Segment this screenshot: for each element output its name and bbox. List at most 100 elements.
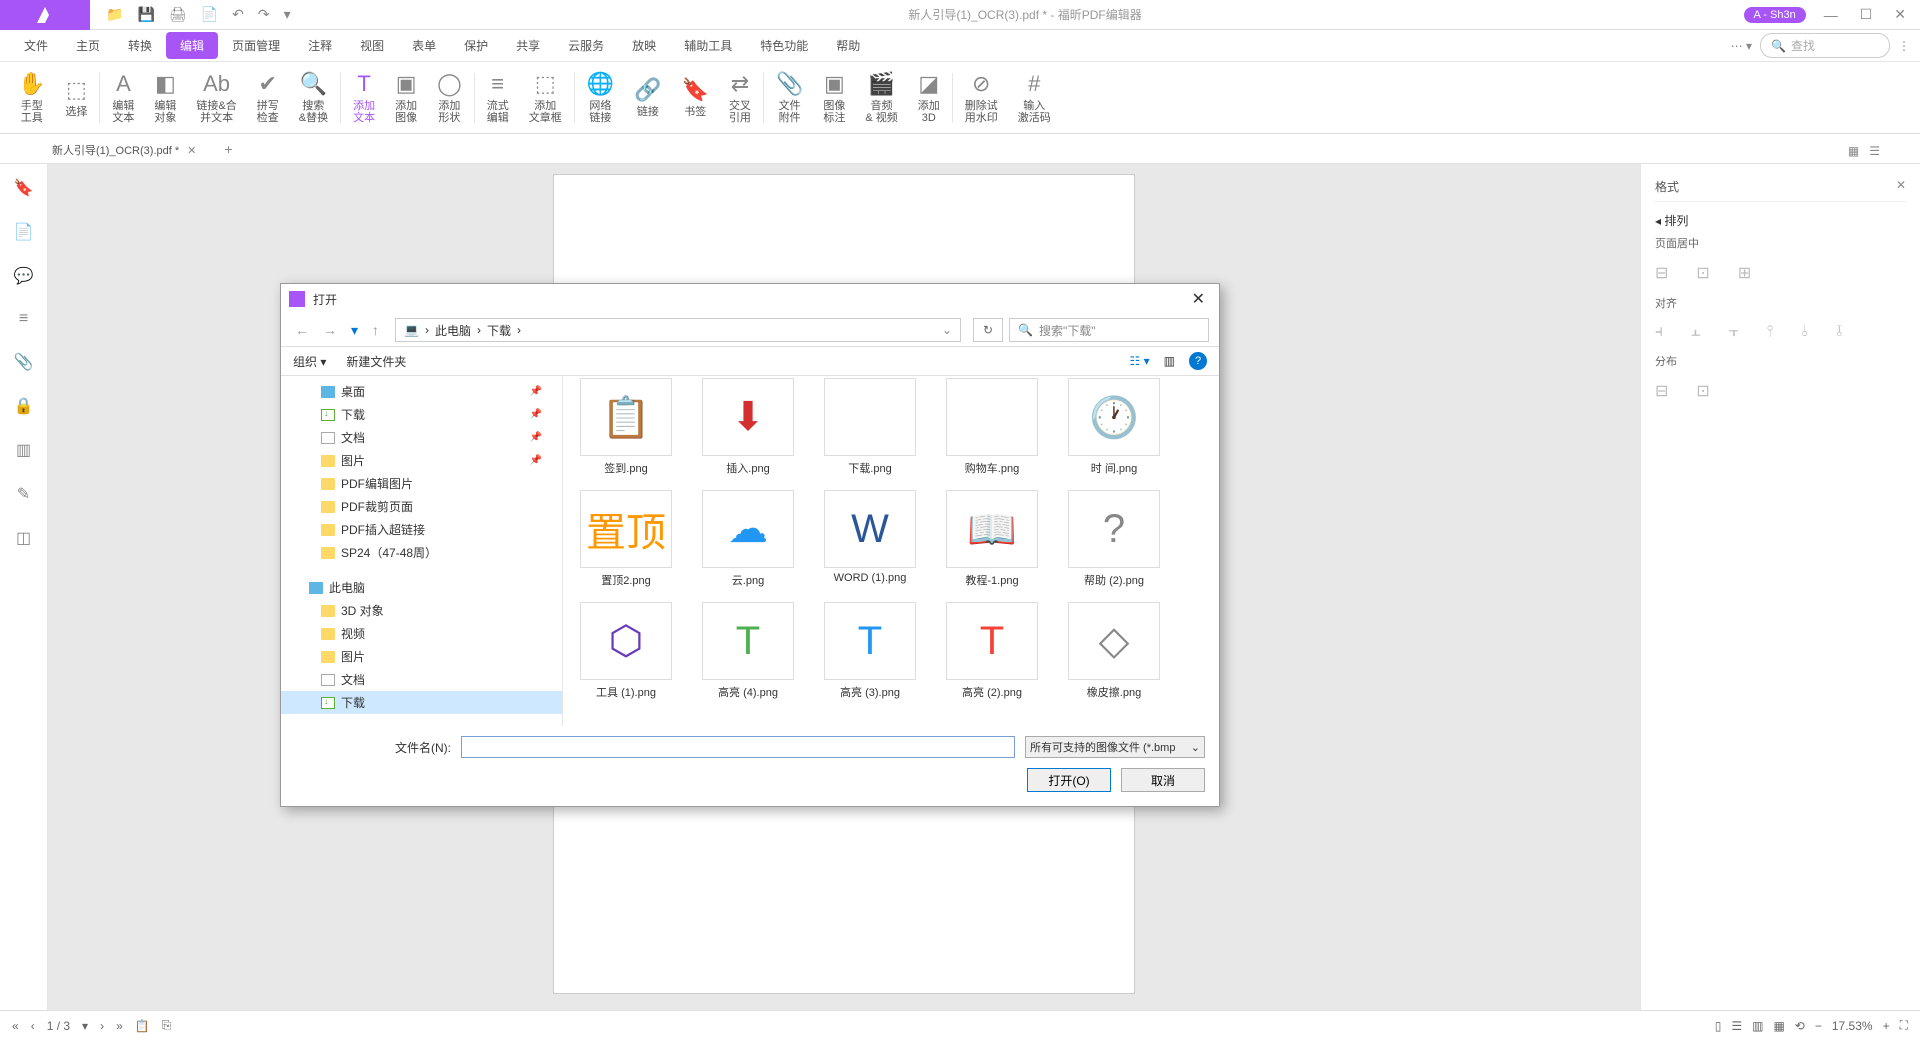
file-item-2[interactable]: 下载.png xyxy=(821,376,919,478)
file-item-12[interactable]: T高亮 (3).png xyxy=(821,600,919,702)
file-thumbnail: 🕐 xyxy=(1068,378,1160,456)
breadcrumb-item[interactable]: 下载 xyxy=(487,322,511,339)
file-name: 橡皮擦.png xyxy=(1067,684,1161,700)
cancel-button[interactable]: 取消 xyxy=(1121,768,1205,792)
file-name: 云.png xyxy=(701,572,795,588)
file-thumbnail: ☁ xyxy=(702,490,794,568)
file-thumbnail: ⬇ xyxy=(702,378,794,456)
file-item-3[interactable]: 购物车.png xyxy=(943,376,1041,478)
file-item-8[interactable]: 📖 教程-1.png xyxy=(943,488,1041,590)
file-item-1[interactable]: ⬇插入.png xyxy=(699,376,797,478)
view-mode-icon[interactable]: ☷ ▾ xyxy=(1130,354,1150,368)
file-thumbnail: T xyxy=(946,602,1038,680)
tree-label: PDF编辑图片 xyxy=(341,475,413,492)
tree-label: 图片 xyxy=(341,452,365,469)
tree-label: 文档 xyxy=(341,429,365,446)
file-thumbnail xyxy=(824,378,916,456)
file-item-4[interactable]: 🕐时 间.png xyxy=(1065,376,1163,478)
dialog-title: 打开 xyxy=(313,291,337,308)
pin-icon: 📌 xyxy=(530,409,542,420)
dialog-app-icon xyxy=(289,291,305,307)
pin-icon: 📌 xyxy=(530,386,542,397)
desktop-icon xyxy=(321,386,335,398)
file-name: 购物车.png xyxy=(945,460,1039,476)
file-item-10[interactable]: ⬡ 工具 (1).png xyxy=(577,600,675,702)
tree-label: 下载 xyxy=(341,406,365,423)
dialog-close-icon[interactable]: ✕ xyxy=(1186,287,1211,311)
file-name: 高亮 (2).png xyxy=(945,684,1039,700)
tree-label: 图片 xyxy=(341,648,365,665)
tree-item-13[interactable]: 下载 xyxy=(281,691,562,714)
breadcrumb[interactable]: 💻 › 此电脑 › 下载 › ⌄ xyxy=(395,318,961,342)
file-thumbnail: 📖 xyxy=(946,490,1038,568)
new-folder-button[interactable]: 新建文件夹 xyxy=(346,353,406,370)
refresh-button[interactable]: ↻ xyxy=(973,318,1003,342)
tree-item-9[interactable]: 3D 对象 xyxy=(281,599,562,622)
file-item-9[interactable]: ?帮助 (2).png xyxy=(1065,488,1163,590)
nav-up-icon[interactable]: ↑ xyxy=(368,320,383,340)
preview-pane-icon[interactable]: ▥ xyxy=(1164,354,1175,368)
tree-item-8[interactable]: 此电脑 xyxy=(281,576,562,599)
tree-item-6[interactable]: PDF插入超链接 xyxy=(281,518,562,541)
file-thumbnail: T xyxy=(824,602,916,680)
doc-icon xyxy=(321,674,335,686)
dialog-nav: ← → ▾ ↑ 💻 › 此电脑 › 下载 › ⌄ ↻ 🔍 搜索"下载" xyxy=(281,314,1219,346)
dialog-search[interactable]: 🔍 搜索"下载" xyxy=(1009,318,1209,342)
filename-label: 文件名(N): xyxy=(395,739,451,756)
tree-label: SP24（47-48周） xyxy=(341,544,437,561)
tree-item-4[interactable]: PDF编辑图片 xyxy=(281,472,562,495)
download-icon xyxy=(321,409,335,421)
file-name: 高亮 (4).png xyxy=(701,684,795,700)
tree-item-1[interactable]: 下载 📌 xyxy=(281,403,562,426)
file-thumbnail: T xyxy=(702,602,794,680)
filetype-select[interactable]: 所有可支持的图像文件 (*.bmp⌄ xyxy=(1025,736,1205,758)
file-name: 工具 (1).png xyxy=(579,684,673,700)
tree-label: 桌面 xyxy=(341,383,365,400)
file-item-0[interactable]: 📋签到.png xyxy=(577,376,675,478)
file-item-14[interactable]: ◇橡皮擦.png xyxy=(1065,600,1163,702)
open-button[interactable]: 打开(O) xyxy=(1027,768,1111,792)
file-name: WORD (1).png xyxy=(823,572,917,584)
tree-item-3[interactable]: 图片📌 xyxy=(281,449,562,472)
tree-item-0[interactable]: 桌面 📌 xyxy=(281,380,562,403)
file-thumbnail: W xyxy=(824,490,916,568)
file-name: 置顶2.png xyxy=(579,572,673,588)
file-thumbnail: ? xyxy=(1068,490,1160,568)
folder-icon xyxy=(321,547,335,559)
pc-icon: 💻 xyxy=(404,323,419,337)
organize-menu[interactable]: 组织 ▾ xyxy=(293,353,326,370)
file-item-6[interactable]: ☁ 云.png xyxy=(699,488,797,590)
tree-item-5[interactable]: PDF裁剪页面 xyxy=(281,495,562,518)
folder-tree[interactable]: 桌面 📌 下载 📌 文档 📌 图片📌 PDF编辑图片 PDF裁剪页面 PDF插入超链接 SP24（4… xyxy=(281,376,563,726)
file-name: 教程-1.png xyxy=(945,572,1039,588)
tree-item-11[interactable]: 图片 xyxy=(281,645,562,668)
pin-icon: 📌 xyxy=(530,432,542,443)
breadcrumb-item[interactable]: 此电脑 xyxy=(435,322,471,339)
file-item-5[interactable]: 置顶置顶2.png xyxy=(577,488,675,590)
tree-item-2[interactable]: 文档 📌 xyxy=(281,426,562,449)
folder-icon xyxy=(321,651,335,663)
breadcrumb-expand-icon[interactable]: ⌄ xyxy=(942,323,952,337)
tree-label: PDF插入超链接 xyxy=(341,521,425,538)
tree-item-7[interactable]: SP24（47-48周） xyxy=(281,541,562,564)
file-item-7[interactable]: W WORD (1).png xyxy=(821,488,919,590)
tree-label: PDF裁剪页面 xyxy=(341,498,413,515)
help-icon[interactable]: ? xyxy=(1189,352,1207,370)
file-name: 签到.png xyxy=(579,460,673,476)
download-icon xyxy=(321,697,335,709)
nav-recent-icon[interactable]: ▾ xyxy=(347,320,362,341)
file-thumbnail xyxy=(946,378,1038,456)
folder-icon xyxy=(321,628,335,640)
tree-label: 此电脑 xyxy=(329,579,365,596)
folder-icon xyxy=(321,501,335,513)
nav-back-icon[interactable]: ← xyxy=(291,320,313,340)
tree-item-12[interactable]: 文档 xyxy=(281,668,562,691)
file-thumbnail: 置顶 xyxy=(580,490,672,568)
file-list[interactable]: 📋签到.png⬇插入.png下载.png 购物车.png 🕐时 间.png 置顶置顶2… xyxy=(563,376,1219,726)
file-item-13[interactable]: T 高亮 (2).png xyxy=(943,600,1041,702)
filename-input[interactable] xyxy=(461,736,1015,758)
tree-item-10[interactable]: 视频 xyxy=(281,622,562,645)
file-thumbnail: ⬡ xyxy=(580,602,672,680)
nav-forward-icon[interactable]: → xyxy=(319,320,341,340)
file-item-11[interactable]: T 高亮 (4).png xyxy=(699,600,797,702)
